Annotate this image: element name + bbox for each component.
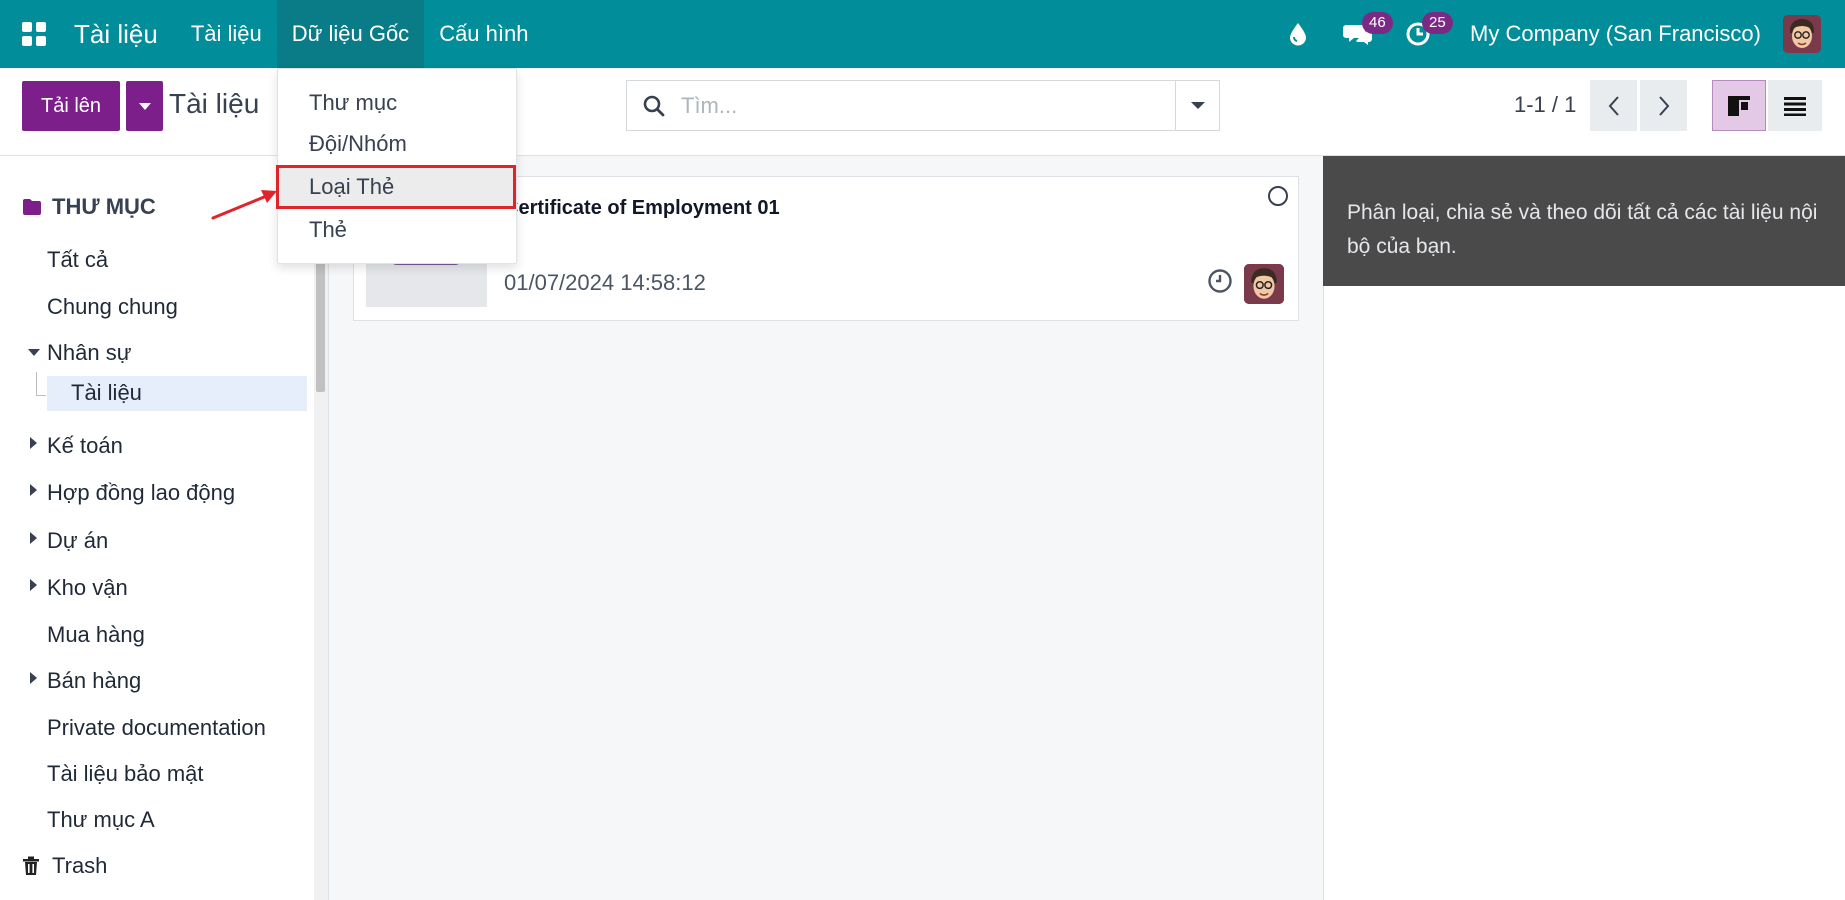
caret-right-icon[interactable] [30,484,37,496]
folders-header-label: THƯ MỤC [52,194,156,219]
sidebar-item-general[interactable]: Chung chung [47,294,178,320]
caret-down-icon [1190,102,1205,109]
sidebar-item-projects[interactable]: Dự án [47,528,108,554]
pager-value[interactable]: 1-1 / 1 [1514,92,1576,118]
messages-icon[interactable]: 46 [1334,0,1393,68]
trash-icon [23,856,39,875]
activities-badge: 25 [1422,12,1453,34]
preview-panel [1323,286,1845,900]
nav-menu-configuration[interactable]: Cấu hình [424,0,543,68]
sidebar-item-sales[interactable]: Bán hàng [47,668,141,694]
top-navbar: Tài liệu Tài liệu Dữ liệu Gốc Cấu hình 4… [0,0,1845,68]
search-input[interactable] [681,92,1175,119]
sidebar-item-hr-documents[interactable]: Tài liệu [71,380,142,406]
breadcrumb: Tài liệu [169,88,260,119]
folders-sidebar: THƯ MỤC Tất cả Chung chung Nhân sự Tài l… [0,156,314,900]
menu-item-teams[interactable]: Đội/Nhóm [278,124,516,164]
nav-menu-master-data[interactable]: Dữ liệu Gốc [276,0,425,68]
sidebar-item-purchase[interactable]: Mua hàng [47,622,145,648]
activities-clock-icon[interactable]: 25 [1394,0,1453,68]
caret-right-icon[interactable] [30,532,37,544]
sidebar-item-employment-contracts[interactable]: Hợp đồng lao động [47,480,235,506]
messages-badge: 46 [1362,12,1393,34]
activity-clock-icon[interactable] [1207,268,1233,299]
list-icon [1784,96,1806,116]
apps-menu-icon[interactable] [0,0,68,68]
sidebar-item-hr[interactable]: Nhân sự [47,340,131,366]
navbar-systray: 46 25 My Company (San Francisco) [1268,0,1845,68]
caret-right-icon[interactable] [30,579,37,591]
caret-down-icon [138,102,151,110]
annotation-arrow-icon [211,190,277,220]
kanban-view-button[interactable] [1712,80,1766,131]
upload-button[interactable]: Tải lên [22,81,120,131]
sidebar-item-inventory[interactable]: Kho vận [47,575,128,601]
search-options-toggle[interactable] [1175,81,1219,130]
caret-down-icon[interactable] [28,349,40,356]
nav-menu-documents[interactable]: Tài liệu [176,0,277,68]
pager-next-button[interactable] [1640,80,1687,131]
list-view-button[interactable] [1768,80,1822,131]
sidebar-item-all[interactable]: Tất cả [47,247,108,273]
sidebar-item-confidential-documents[interactable]: Tài liệu bảo mật [47,761,204,787]
search-icon [627,94,681,118]
document-title: Certificate of Employment 01 [504,197,780,219]
pager-previous-button[interactable] [1590,80,1637,131]
sidebar-item-folder-a[interactable]: Thư mục A [47,807,155,833]
select-circle-icon[interactable] [1268,186,1288,206]
sidebar-item-private-documentation[interactable]: Private documentation [47,715,266,741]
sidebar-scrollbar[interactable] [314,156,329,900]
caret-right-icon[interactable] [30,437,37,449]
caret-right-icon[interactable] [30,672,37,684]
menu-item-folders[interactable]: Thư mục [278,83,516,123]
tree-connector [36,372,46,396]
app-brand[interactable]: Tài liệu [74,19,158,50]
folders-header: THƯ MỤC [22,194,156,220]
menu-item-tags[interactable]: Thẻ [278,210,516,250]
kanban-area: Certificate of Employment 01 01/07/2024 … [329,156,1323,900]
sidebar-item-trash[interactable]: Trash [22,853,107,879]
search-bar [626,80,1220,131]
annotation-highlight-box [276,165,516,209]
upload-dropdown-button[interactable] [126,81,163,131]
sidebar-item-trash-label: Trash [52,853,108,878]
document-date: 01/07/2024 14:58:12 [504,270,706,295]
kanban-icon [1728,95,1750,116]
company-switcher[interactable]: My Company (San Francisco) [1470,21,1761,47]
folder-icon [23,199,41,215]
owner-avatar[interactable] [1244,264,1284,304]
help-panel: Phân loại, chia sẻ và theo dõi tất cả cá… [1323,156,1845,286]
water-drop-icon[interactable] [1274,0,1322,68]
chevron-left-icon [1608,95,1619,116]
chevron-right-icon [1658,95,1669,116]
user-avatar[interactable] [1783,15,1821,53]
sidebar-item-accounting[interactable]: Kế toán [47,433,123,459]
